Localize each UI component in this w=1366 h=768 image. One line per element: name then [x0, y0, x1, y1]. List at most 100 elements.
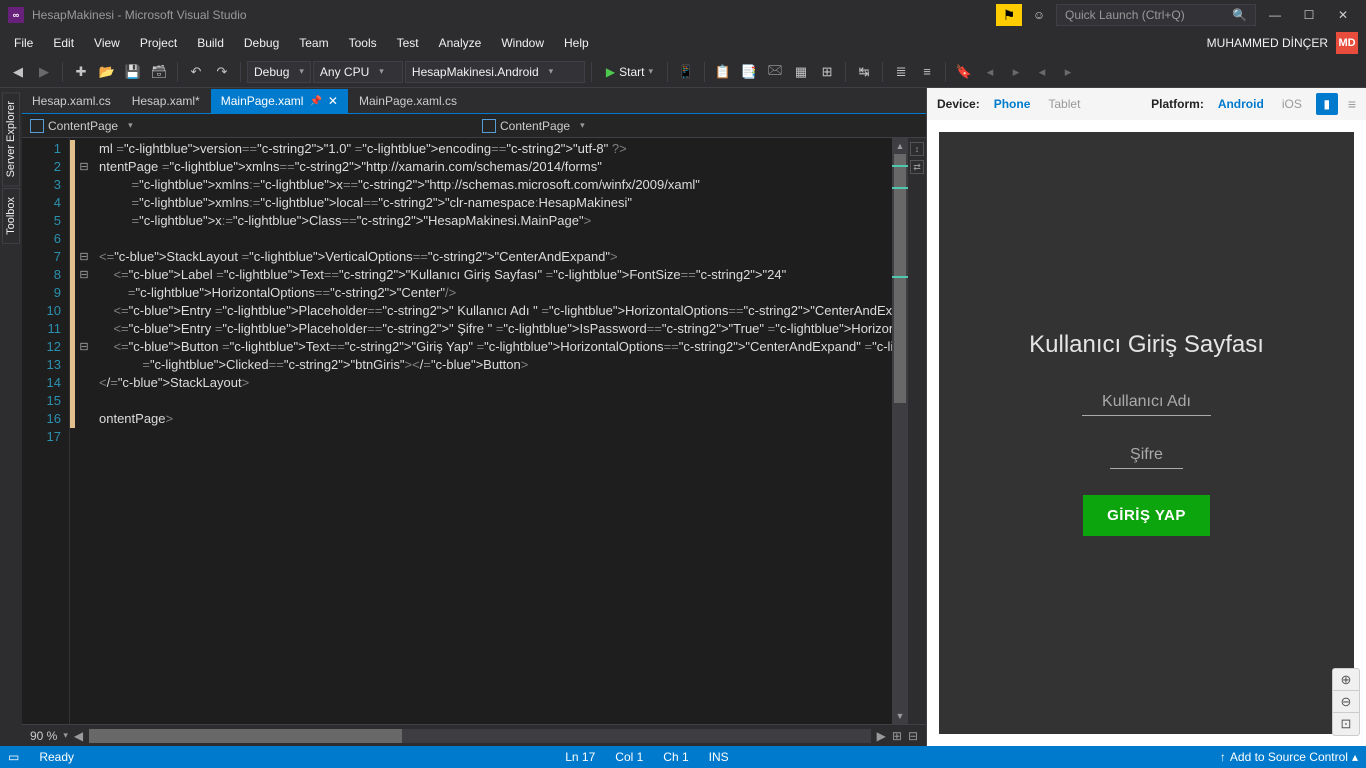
maximize-button[interactable]: ☐	[1294, 4, 1324, 26]
source-control-button[interactable]: ↑ Add to Source Control ▴	[1220, 750, 1358, 764]
device-phone-option[interactable]: Phone	[990, 95, 1035, 113]
preview-menu-icon[interactable]: ≡	[1348, 96, 1356, 112]
search-icon: 🔍	[1232, 8, 1247, 22]
toolbar-icon[interactable]: ◂	[978, 60, 1002, 84]
status-ins: INS	[709, 750, 729, 764]
preview-toolbar: Device: Phone Tablet Platform: Android i…	[927, 88, 1366, 120]
open-file-button[interactable]: 📂	[95, 60, 119, 84]
fold-gutter[interactable]: ⊟⊟⊟⊟	[75, 138, 93, 724]
toolbar-icon[interactable]: ≡	[915, 60, 939, 84]
platform-ios-option[interactable]: iOS	[1278, 95, 1306, 113]
preview-username-entry: Kullanıcı Adı	[1082, 389, 1211, 416]
server-explorer-tab[interactable]: Server Explorer	[2, 92, 20, 186]
menu-debug[interactable]: Debug	[234, 32, 289, 54]
minimize-button[interactable]: —	[1260, 4, 1290, 26]
platform-combo[interactable]: Any CPU	[313, 61, 403, 83]
toolbar-icon[interactable]: ◂	[1030, 60, 1054, 84]
doc-tab[interactable]: MainPage.xaml.cs	[349, 89, 468, 113]
solution-config-combo[interactable]: Debug	[247, 61, 311, 83]
menu-view[interactable]: View	[84, 32, 130, 54]
vs-logo-icon: ∞	[8, 7, 24, 23]
scroll-down-arrow[interactable]: ▼	[892, 708, 908, 724]
toolbar-icon[interactable]: ↹	[852, 60, 876, 84]
status-bar: ▭ Ready Ln 17 Col 1 Ch 1 INS ↑ Add to So…	[0, 746, 1366, 768]
user-avatar[interactable]: MD	[1336, 32, 1358, 54]
zoom-fit-button[interactable]: ⊡	[1333, 713, 1359, 735]
device-label: Device:	[937, 97, 980, 111]
xaml-previewer: Device: Phone Tablet Platform: Android i…	[926, 88, 1366, 746]
menu-help[interactable]: Help	[554, 32, 599, 54]
line-number-gutter: 1234567891011121314151617	[22, 138, 70, 724]
new-project-button[interactable]: ✚	[69, 60, 93, 84]
platform-label: Platform:	[1151, 97, 1204, 111]
menu-file[interactable]: File	[4, 32, 43, 54]
nav-bar: ContentPage ContentPage	[22, 114, 926, 138]
notification-flag-icon[interactable]: ⚑	[996, 4, 1022, 26]
toolbar-icon[interactable]: ▸	[1004, 60, 1028, 84]
platform-android-option[interactable]: Android	[1214, 95, 1268, 113]
nav-scope-left[interactable]: ContentPage	[22, 119, 141, 133]
save-all-button[interactable]: 🗃	[147, 60, 171, 84]
startup-project-combo[interactable]: HesapMakinesi.Android	[405, 61, 585, 83]
menu-edit[interactable]: Edit	[43, 32, 84, 54]
menu-test[interactable]: Test	[387, 32, 429, 54]
split-icon[interactable]: ↕	[910, 142, 924, 156]
preview-zoom-controls: ⊕ ⊖ ⊡	[1332, 668, 1360, 736]
close-icon[interactable]: ✕	[328, 94, 338, 108]
element-icon	[30, 119, 44, 133]
code-editor[interactable]: ml ="c-lightblue">version=="c-string2">"…	[93, 138, 892, 724]
toolbar-icon[interactable]: 📋	[711, 60, 735, 84]
device-tablet-option[interactable]: Tablet	[1044, 95, 1084, 113]
menu-analyze[interactable]: Analyze	[429, 32, 492, 54]
doc-tab[interactable]: Hesap.xaml.cs	[22, 89, 122, 113]
doc-tab[interactable]: Hesap.xaml*	[122, 89, 211, 113]
zoom-in-button[interactable]: ⊕	[1333, 669, 1359, 691]
toolbar-icon[interactable]: 📑	[737, 60, 761, 84]
status-ready: Ready	[39, 750, 74, 764]
vertical-scrollbar[interactable]: ▲ ▼	[892, 138, 908, 724]
splitter-icon[interactable]: ⊞	[892, 729, 902, 743]
scroll-up-arrow[interactable]: ▲	[892, 138, 908, 154]
status-ch: Ch 1	[663, 750, 688, 764]
pin-icon[interactable]: 📌	[309, 96, 321, 107]
toolbar-icon[interactable]: ≣	[889, 60, 913, 84]
menu-team[interactable]: Team	[289, 32, 338, 54]
save-button[interactable]: 💾	[121, 60, 145, 84]
toolbar-icon[interactable]: ▦	[789, 60, 813, 84]
output-window-icon[interactable]: ▭	[8, 750, 19, 764]
nav-back-button[interactable]: ◀	[6, 60, 30, 84]
zoom-out-button[interactable]: ⊖	[1333, 691, 1359, 713]
nav-forward-button[interactable]: ▶	[32, 60, 56, 84]
toolbar-icon[interactable]: ▸	[1056, 60, 1080, 84]
horizontal-scrollbar[interactable]	[89, 729, 871, 743]
nav-scope-right[interactable]: ContentPage	[474, 119, 593, 133]
swap-icon[interactable]: ⇄	[910, 160, 924, 174]
zoom-level[interactable]: 90 %	[30, 729, 57, 743]
splitter-icon[interactable]: ⊟	[908, 729, 918, 743]
document-tabs: Hesap.xaml.csHesap.xaml*MainPage.xaml📌✕M…	[22, 88, 926, 114]
close-button[interactable]: ✕	[1328, 4, 1358, 26]
hscroll-left[interactable]: ◀	[74, 729, 83, 743]
toolbar-icon[interactable]: 🖂	[763, 60, 787, 84]
menu-window[interactable]: Window	[491, 32, 554, 54]
undo-button[interactable]: ↶	[184, 60, 208, 84]
doc-tab[interactable]: MainPage.xaml📌✕	[211, 89, 349, 113]
element-icon	[482, 119, 496, 133]
toolbox-tab[interactable]: Toolbox	[2, 188, 20, 244]
orientation-icon[interactable]: ▮	[1316, 93, 1338, 115]
menu-tools[interactable]: Tools	[339, 32, 387, 54]
quick-launch-input[interactable]: Quick Launch (Ctrl+Q) 🔍	[1056, 4, 1256, 26]
editor-split-controls[interactable]: ↕ ⇄	[908, 138, 926, 724]
hscroll-right[interactable]: ▶	[877, 729, 886, 743]
user-name[interactable]: MUHAMMED DİNÇER	[1207, 36, 1328, 50]
redo-button[interactable]: ↷	[210, 60, 234, 84]
menu-build[interactable]: Build	[187, 32, 234, 54]
start-debug-button[interactable]: ▶Start▾	[598, 60, 661, 84]
editor-footer: 90 % ▾ ◀ ▶ ⊞ ⊟	[22, 724, 926, 746]
toolbar-icon[interactable]: ⊞	[815, 60, 839, 84]
menu-project[interactable]: Project	[130, 32, 187, 54]
title-bar: ∞ HesapMakinesi - Microsoft Visual Studi…	[0, 0, 1366, 30]
toolbar-icon[interactable]: 🔖	[952, 60, 976, 84]
feedback-icon[interactable]: ☺	[1026, 4, 1052, 26]
toolbar-icon[interactable]: 📱	[674, 60, 698, 84]
